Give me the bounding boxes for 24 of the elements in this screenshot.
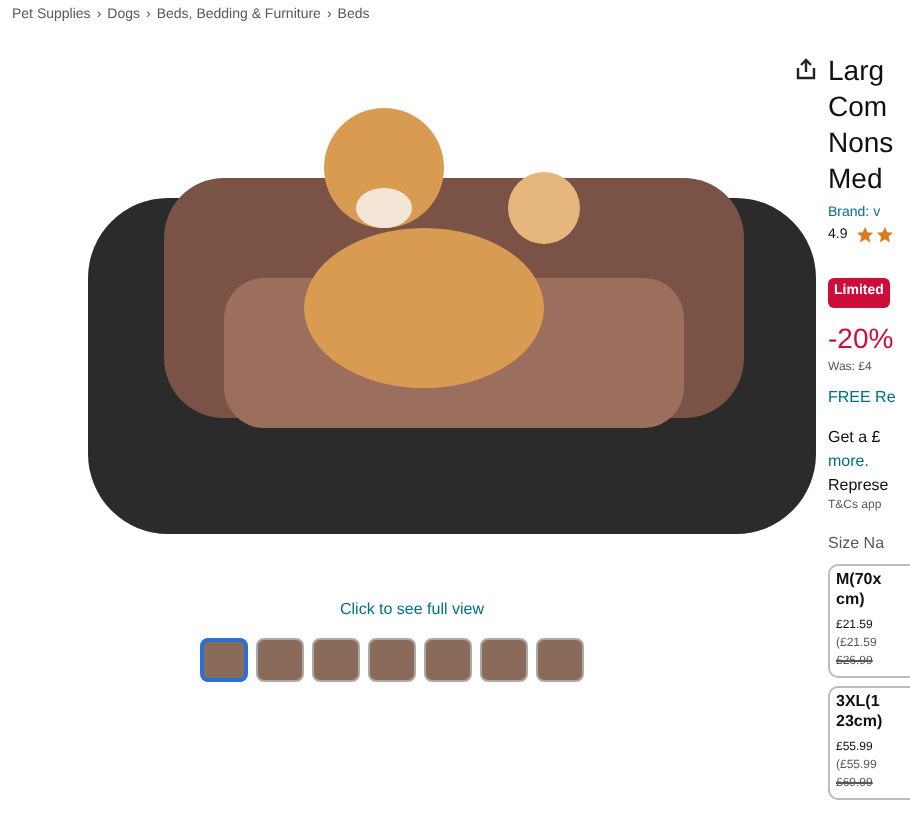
product-title: Larg: [828, 52, 887, 88]
full-view-link[interactable]: Click to see full view: [339, 599, 485, 617]
size-name: 3XL(1: [836, 692, 882, 712]
promo-text: Get a £: [828, 426, 883, 450]
size-name: 23cm): [836, 712, 885, 732]
size-label: Size Na: [828, 532, 887, 556]
size-name: cm): [836, 590, 867, 610]
promo-text: Represe: [828, 474, 891, 498]
thumbnail-image[interactable]: [312, 637, 360, 681]
thumbnail-image[interactable]: [256, 637, 304, 681]
rating-stars-icon: [855, 226, 894, 245]
product-title: Med: [828, 160, 885, 196]
discount-percent: -20%: [828, 320, 896, 358]
thumbnail-image[interactable]: [200, 637, 248, 681]
thumbnail-image[interactable]: [424, 637, 472, 681]
thumbnail-image[interactable]: [368, 637, 416, 681]
size-name: M(70x: [836, 570, 884, 590]
product-title: Nons: [828, 124, 896, 160]
promo-text[interactable]: more.: [828, 450, 910, 474]
share-icon[interactable]: [796, 57, 816, 79]
product-title: Com: [828, 88, 890, 124]
delivery-link[interactable]: FREE Re: [828, 386, 910, 410]
thumbnail-image[interactable]: [480, 637, 528, 681]
thumbnail-image[interactable]: [536, 637, 584, 681]
